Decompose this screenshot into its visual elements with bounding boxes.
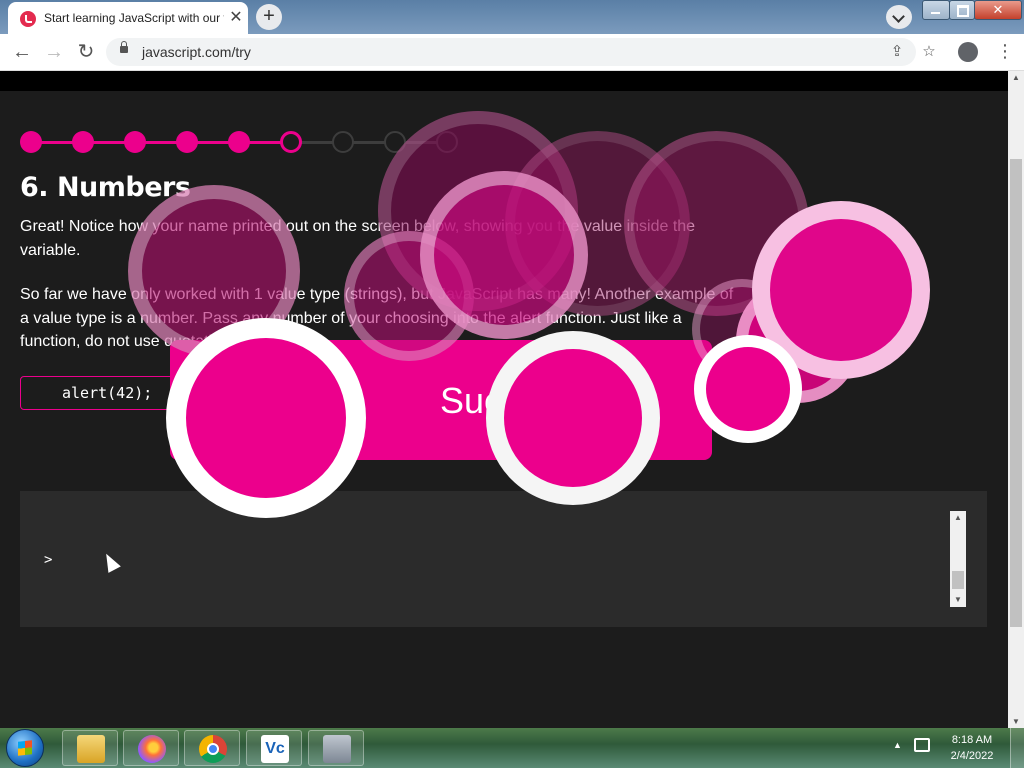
tab-title: Start learning JavaScript with our free … (44, 11, 224, 25)
network-icon[interactable] (914, 738, 930, 752)
progress-step-dot[interactable] (124, 131, 146, 153)
console-scroll-thumb[interactable] (952, 571, 964, 589)
progress-step-dot[interactable] (20, 131, 42, 153)
confetti-circle (752, 201, 930, 379)
page-top-bar (0, 71, 1008, 91)
new-tab-button[interactable]: + (256, 4, 282, 30)
show-desktop-button[interactable] (1010, 728, 1024, 768)
system-clock[interactable]: 8:18 AM 2/4/2022 (944, 732, 1000, 764)
vc-app-icon: Vc (261, 735, 289, 763)
lesson-page: 6. Numbers Great! Notice how your name p… (0, 71, 1008, 728)
clock-date: 2/4/2022 (950, 750, 994, 762)
installer-icon (323, 735, 351, 763)
url-text[interactable]: javascript.com/try (142, 44, 251, 60)
taskbar-chrome[interactable] (184, 730, 240, 766)
browser-toolbar: ← → ↻ javascript.com/try ⇪ ☆ ⋮ (0, 34, 1024, 71)
lock-icon (120, 41, 128, 53)
scroll-down-arrow-icon[interactable]: ▼ (950, 593, 966, 607)
start-button[interactable] (6, 729, 44, 767)
folder-icon (77, 735, 105, 763)
profile-avatar-icon[interactable] (958, 42, 978, 62)
taskbar-explorer[interactable] (62, 730, 118, 766)
window-controls: ✕ (922, 0, 1022, 20)
progress-step-dot (384, 131, 406, 153)
page-scroll-thumb[interactable] (1010, 159, 1022, 627)
browser-menu-icon[interactable]: ⋮ (996, 41, 1014, 62)
minimize-button[interactable] (922, 0, 950, 20)
taskbar-firefox[interactable] (123, 730, 179, 766)
bookmark-star-icon[interactable]: ☆ (920, 43, 938, 61)
address-bar[interactable]: javascript.com/try ⇪ ☆ (106, 38, 936, 66)
lesson-paragraph-1: Great! Notice how your name printed out … (20, 218, 696, 259)
page-scrollbar[interactable]: ▲ ▼ (1008, 71, 1024, 728)
chrome-icon (199, 735, 227, 763)
tab-close-icon[interactable]: ✕ (226, 8, 246, 28)
browser-tab-strip: Start learning JavaScript with our free … (0, 0, 1024, 34)
progress-step-dot[interactable] (176, 131, 198, 153)
progress-step-dot (436, 131, 458, 153)
close-window-button[interactable]: ✕ (974, 0, 1022, 20)
success-label: Suc (440, 380, 503, 421)
console-scrollbar[interactable]: ▲ ▼ (950, 511, 966, 607)
share-icon[interactable]: ⇪ (888, 43, 906, 61)
code-console[interactable]: > ▲ ▼ (20, 491, 987, 627)
windows-taskbar: Vc ▲ 8:18 AM 2/4/2022 (0, 728, 1024, 768)
javascript-favicon-icon (20, 11, 36, 27)
code-example: alert(42); (20, 376, 176, 410)
taskbar-installer[interactable] (308, 730, 364, 766)
back-icon[interactable]: ← (10, 40, 34, 64)
taskbar-vc[interactable]: Vc (246, 730, 302, 766)
reload-icon[interactable]: ↻ (74, 40, 98, 64)
progress-step-dot (332, 131, 354, 153)
tab-search-chevron-icon[interactable] (886, 5, 912, 29)
maximize-button[interactable] (949, 0, 975, 20)
confetti-circle (736, 279, 860, 403)
lesson-title: 6. Numbers (20, 172, 191, 203)
forward-icon[interactable]: → (42, 40, 66, 64)
scroll-up-arrow-icon[interactable]: ▲ (950, 511, 966, 525)
browser-tab[interactable]: Start learning JavaScript with our free … (8, 2, 248, 34)
scroll-up-arrow-icon[interactable]: ▲ (1008, 73, 1024, 82)
clock-time: 8:18 AM (951, 734, 993, 746)
success-banner: Suc (170, 340, 712, 460)
progress-step-dot[interactable] (72, 131, 94, 153)
console-prompt: > (44, 552, 53, 568)
progress-step-dot[interactable] (280, 131, 302, 153)
progress-step-dot[interactable] (228, 131, 250, 153)
firefox-icon (138, 735, 166, 763)
scroll-down-arrow-icon[interactable]: ▼ (1008, 717, 1024, 726)
lesson-progress-tracker (20, 131, 460, 153)
show-hidden-icons-icon[interactable]: ▲ (893, 740, 902, 750)
